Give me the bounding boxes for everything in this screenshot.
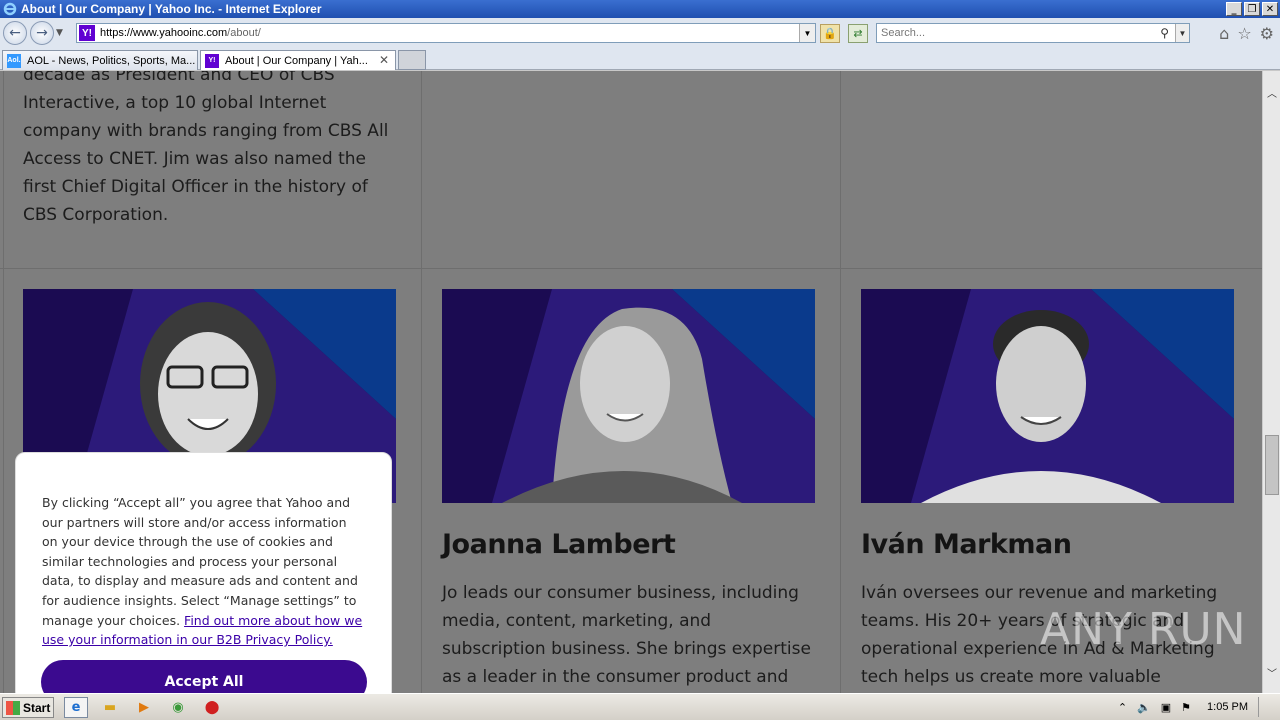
start-button[interactable]: Start [2,697,54,718]
refresh-icon[interactable]: ⇄ [848,24,868,43]
windows-logo-icon [6,700,20,715]
home-icon[interactable]: ⌂ [1219,24,1229,43]
leader-bio: Jo leads our consumer business, includin… [442,583,811,687]
vertical-scrollbar[interactable]: ︿ ﹀ [1262,71,1280,693]
title-bar: About | Our Company | Yahoo Inc. - Inter… [0,0,1280,18]
column-divider [840,71,841,693]
history-dropdown-icon[interactable]: ▼ [56,28,68,38]
aol-favicon: Aol. [7,53,21,68]
navigation-bar: ← → ▼ Y! https://www.yahooinc.com/about/… [0,18,1280,48]
ie-icon [2,1,18,17]
tray-expand-icon[interactable]: ⌃ [1118,701,1127,714]
address-dropdown-icon[interactable]: ▼ [799,24,815,42]
show-desktop-button[interactable] [1258,697,1270,717]
scroll-up-icon[interactable]: ︿ [1263,83,1280,101]
cookie-consent-dialog: By clicking “Accept all” you agree that … [15,452,392,704]
minimize-button[interactable]: _ [1226,2,1242,16]
start-label: Start [23,700,51,715]
address-bar[interactable]: Y! https://www.yahooinc.com/about/ ▼ [76,23,816,43]
leader-photo-joanna-lambert [442,289,815,503]
stop-icon[interactable]: ⬤ [200,697,224,718]
tab-aol[interactable]: Aol. AOL - News, Politics, Sports, Ma... [2,50,198,70]
close-tab-icon[interactable]: ✕ [379,53,389,67]
leader-photo-ivan-markman [861,289,1234,503]
cookie-consent-body: By clicking “Accept all” you agree that … [42,495,358,628]
cookie-consent-text: By clicking “Accept all” you agree that … [42,493,365,650]
window-title: About | Our Company | Yahoo Inc. - Inter… [21,2,322,16]
taskbar: Start e ▬ ▶ ◉ ⬤ ⌃ 🔈 ▣ ⚑ 1:05 PM [0,693,1280,720]
lock-icon[interactable]: 🔒 [820,24,840,43]
column-divider [3,71,4,693]
clock: 1:05 PM [1207,701,1248,713]
forward-button[interactable]: → [30,21,54,45]
site-favicon: Y! [79,25,95,41]
url-host: https://www.yahooinc.com [100,27,228,39]
anyrun-watermark: ANY RUN [1040,604,1247,655]
search-placeholder: Search... [881,27,926,39]
screen: About | Our Company | Yahoo Inc. - Inter… [0,0,1280,720]
restore-button[interactable]: ❐ [1244,2,1260,16]
close-button[interactable]: ✕ [1262,2,1278,16]
url-path: /about/ [227,27,261,39]
toolbar-icons: ⌂ ☆ ⚙ [1219,24,1274,43]
quick-launch: e ▬ ▶ ◉ ⬤ [64,697,224,718]
media-player-icon[interactable]: ▶ [132,697,156,718]
system-tray: ⌃ 🔈 ▣ ⚑ 1:05 PM [1108,696,1280,718]
new-tab-button[interactable] [398,50,426,70]
chrome-icon[interactable]: ◉ [166,697,190,718]
column-divider [421,71,422,693]
scroll-down-icon[interactable]: ﹀ [1263,663,1280,681]
tab-label: AOL - News, Politics, Sports, Ma... [27,54,196,67]
tab-about-yahoo[interactable]: Y! About | Our Company | Yah... ✕ [200,50,396,70]
leader-bio-previous: decade as President and CEO of CBS Inter… [23,71,389,225]
window-controls: _ ❐ ✕ [1226,2,1278,16]
gear-icon[interactable]: ⚙ [1260,24,1274,43]
search-input[interactable]: Search... ⚲ ▼ [876,23,1190,43]
flag-icon[interactable]: ⚑ [1181,701,1191,714]
search-icon[interactable]: ⚲ [1160,26,1169,40]
row-divider [0,268,1262,269]
leader-name: Joanna Lambert [442,529,676,560]
internet-explorer-taskbar-icon[interactable]: e [64,697,88,718]
favorites-star-icon[interactable]: ☆ [1237,24,1251,43]
tab-bar: Aol. AOL - News, Politics, Sports, Ma...… [0,48,1280,70]
volume-icon[interactable]: 🔈 [1137,701,1151,714]
back-button[interactable]: ← [3,21,27,45]
network-icon[interactable]: ▣ [1161,701,1171,714]
folder-icon[interactable]: ▬ [98,697,122,718]
scrollbar-thumb[interactable] [1265,435,1279,495]
search-dropdown-icon[interactable]: ▼ [1175,24,1189,42]
tab-label: About | Our Company | Yah... [225,54,368,67]
yahoo-favicon: Y! [205,53,219,68]
leader-name: Iván Markman [861,529,1072,560]
